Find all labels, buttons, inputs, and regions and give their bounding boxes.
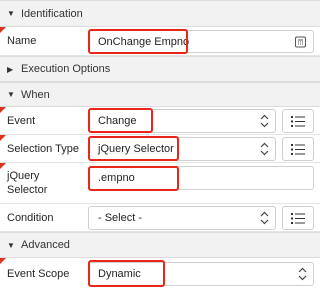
caret-right-icon: ▶ xyxy=(7,64,14,74)
section-title: Execution Options xyxy=(21,63,111,75)
caret-down-icon: ▼ xyxy=(7,240,15,250)
caret-down-icon: ▼ xyxy=(7,90,15,99)
jquery-selector-input[interactable]: .empno xyxy=(88,166,314,190)
event-scope-row: Event Scope Dynamic xyxy=(0,258,320,293)
up-down-chevron-icon xyxy=(259,142,269,156)
event-select[interactable]: Change xyxy=(88,109,276,133)
jquery-selector-row: jQuery Selector .empno xyxy=(0,163,320,204)
event-list-button[interactable] xyxy=(282,109,314,133)
selection-type-label: Selection Type xyxy=(7,143,79,155)
list-icon xyxy=(291,143,305,155)
event-value: Change xyxy=(98,115,137,127)
name-label: Name xyxy=(7,35,37,47)
section-execution-options[interactable]: ▶ Execution Options xyxy=(0,56,320,82)
section-when[interactable]: ▼ When xyxy=(0,82,320,107)
up-down-chevron-icon xyxy=(259,211,269,225)
selection-type-list-button[interactable] xyxy=(282,137,314,161)
required-marker xyxy=(0,135,6,141)
required-marker xyxy=(0,107,6,113)
selection-type-row: Selection Type jQuery Selector xyxy=(0,135,320,163)
event-row: Event Change xyxy=(0,107,320,135)
section-title: Advanced xyxy=(21,239,70,251)
event-scope-label: Event Scope xyxy=(7,268,70,280)
selection-type-select[interactable]: jQuery Selector xyxy=(88,137,276,161)
event-label: Event xyxy=(7,115,36,127)
required-marker xyxy=(0,258,6,264)
name-input[interactable]: OnChange Empno xyxy=(88,30,314,53)
jquery-selector-label-line1: jQuery xyxy=(7,170,40,182)
condition-label: Condition xyxy=(7,212,54,224)
condition-list-button[interactable] xyxy=(282,206,314,230)
name-row: Name OnChange Empno xyxy=(0,27,320,56)
calculator-icon[interactable] xyxy=(295,36,306,47)
condition-value: - Select - xyxy=(98,212,143,224)
condition-select[interactable]: - Select - xyxy=(88,206,276,230)
list-icon xyxy=(291,212,305,224)
section-title: Identification xyxy=(21,7,83,20)
up-down-chevron-icon xyxy=(297,267,307,281)
jquery-selector-value: .empno xyxy=(98,172,135,184)
name-value: OnChange Empno xyxy=(98,35,190,48)
event-scope-value: Dynamic xyxy=(98,268,141,280)
event-scope-select[interactable]: Dynamic xyxy=(88,262,314,286)
required-marker xyxy=(0,163,6,169)
section-identification[interactable]: ▼ Identification xyxy=(0,0,320,27)
section-advanced[interactable]: ▼ Advanced xyxy=(0,232,320,258)
section-title: When xyxy=(21,88,50,101)
required-marker xyxy=(0,27,6,33)
caret-down-icon: ▼ xyxy=(7,9,15,18)
condition-row: Condition - Select - xyxy=(0,204,320,232)
selection-type-value: jQuery Selector xyxy=(98,143,174,155)
list-icon xyxy=(291,115,305,127)
jquery-selector-label-line2: Selector xyxy=(7,184,48,196)
up-down-chevron-icon xyxy=(259,114,269,128)
